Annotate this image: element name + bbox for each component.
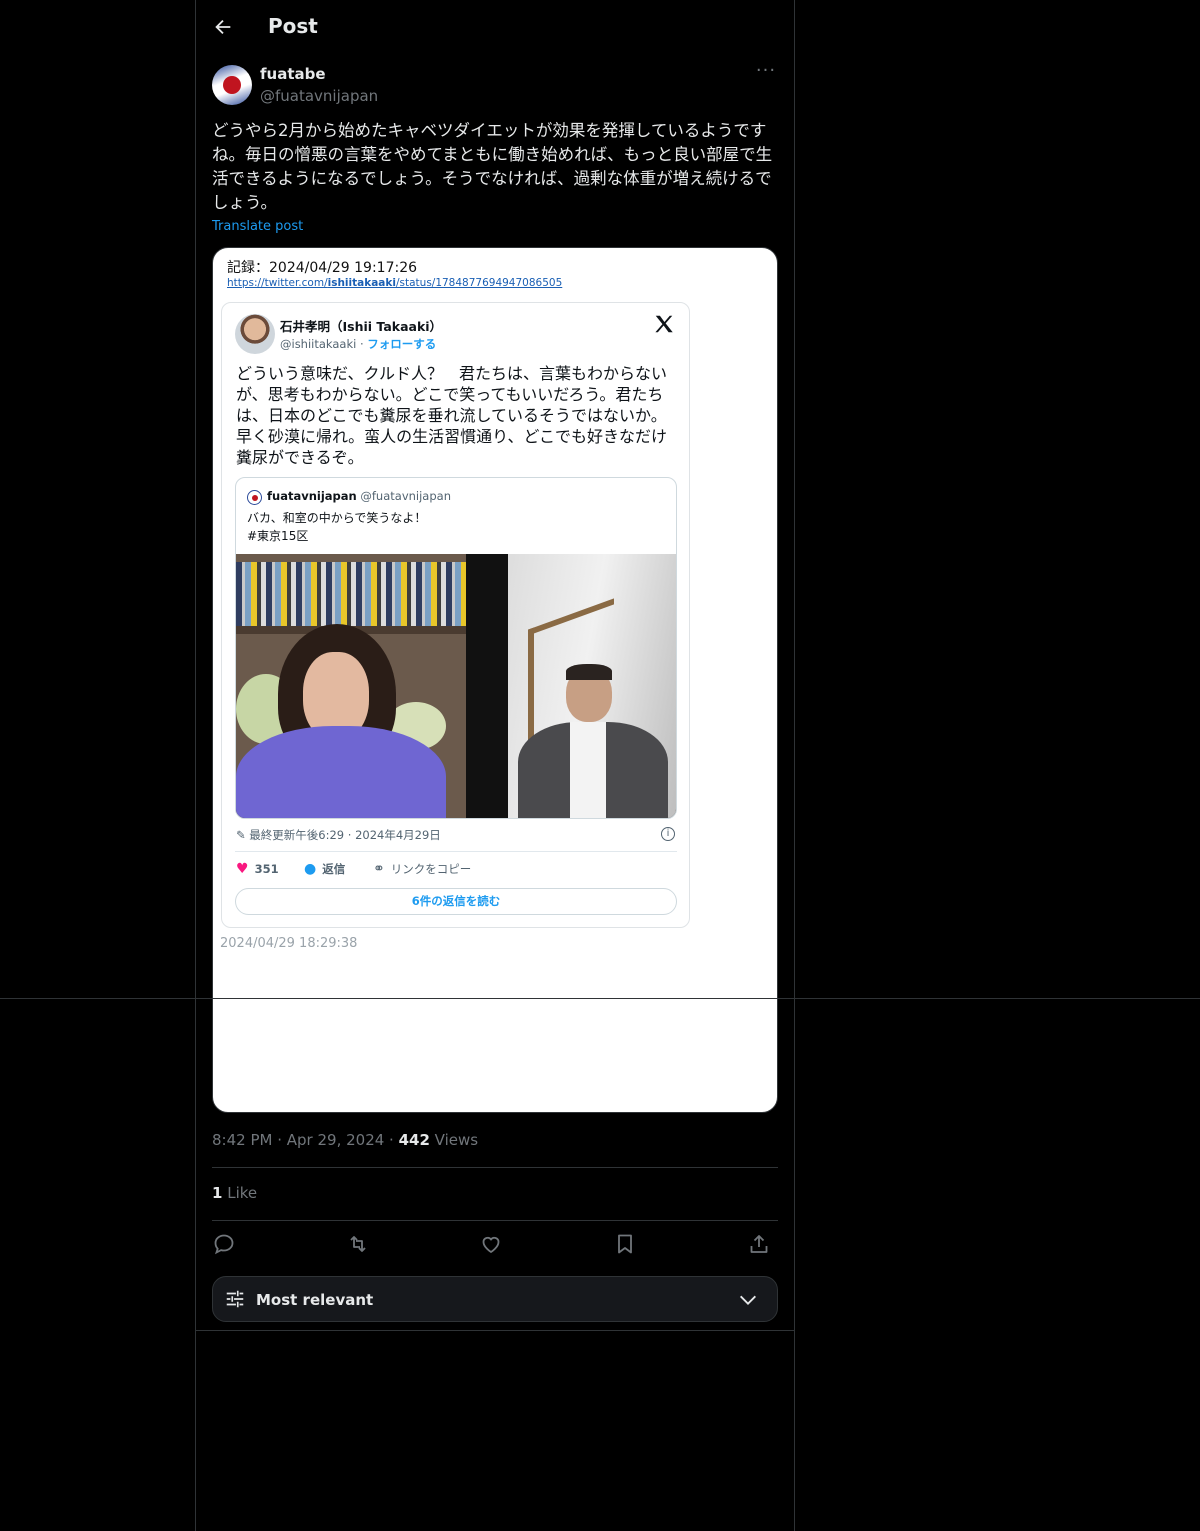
quote-author: fuatavnijapan @fuatavnijapan [267, 489, 451, 503]
more-options-icon[interactable]: ··· [754, 62, 778, 84]
quote-video-frame [236, 554, 676, 818]
divider [212, 1167, 778, 1168]
embed-copy-link: ⚭ リンクをコピー [373, 861, 472, 877]
sliders-icon [226, 1290, 244, 1308]
author-handle[interactable]: @fuatavnijapan [260, 87, 378, 105]
embed-like: ♥ 351 [236, 861, 279, 877]
post-author: fuatabe @fuatavnijapan ··· [212, 62, 778, 108]
header: Post [196, 0, 794, 54]
like-icon[interactable] [479, 1232, 503, 1256]
chevron-down-icon [740, 1295, 756, 1305]
bookmark-icon[interactable] [613, 1232, 637, 1256]
embed-author-name: 石井孝明（Ishii Takaaki） [280, 319, 443, 334]
quote-text: バカ、和室の中からで笑うなよ！ #東京15区 [247, 511, 427, 543]
share-icon[interactable] [747, 1232, 771, 1256]
views-count: 442 [398, 1131, 430, 1149]
quote-avatar [247, 490, 262, 505]
page-title: Post [268, 14, 318, 38]
embed-author-handle: @ishiitakaaki · フォローする [280, 337, 437, 351]
record-label: 記録：2024/04/29 19:17:26 [227, 260, 418, 276]
embed-reply: ● 返信 [304, 861, 346, 877]
screenshot-seam [0, 998, 1200, 999]
post-timestamp: 8:42 PM · Apr 29, 2024 · 442 Views [212, 1131, 479, 1149]
post-time[interactable]: 8:42 PM [212, 1131, 272, 1149]
reply-icon[interactable] [212, 1232, 236, 1256]
post-image[interactable]: 記録：2024/04/29 19:17:26 https://twitter.c… [212, 247, 778, 1113]
speech-bubble-icon: ● [304, 861, 317, 877]
left-video-panel [236, 554, 466, 818]
avatar[interactable] [212, 65, 252, 105]
embedded-tweet: 石井孝明（Ishii Takaaki） @ishiitakaaki · フォロー… [221, 302, 690, 928]
x-logo-icon [655, 315, 673, 333]
embed-follow-link: フォローする [367, 337, 437, 351]
main-column: Post fuatabe @fuatavnijapan ··· どうやら2月から… [195, 0, 795, 1531]
info-icon: i [661, 827, 675, 841]
heart-icon: ♥ [236, 861, 249, 877]
divider [212, 1220, 778, 1221]
action-bar [212, 1230, 778, 1258]
record-time: 2024/04/29 18:29:38 [220, 936, 358, 951]
author-name[interactable]: fuatabe [260, 65, 326, 83]
post-text: どうやら2月から始めたキャベツダイエットが効果を発揮しているようですね。毎日の憎… [212, 121, 773, 212]
right-video-panel [508, 554, 676, 818]
record-url: https://twitter.com/ishiitakaaki/status/… [227, 277, 563, 289]
post-date[interactable]: Apr 29, 2024 [287, 1131, 385, 1149]
quoted-tweet: fuatavnijapan @fuatavnijapan バカ、和室の中からで笑… [235, 477, 677, 819]
repost-icon[interactable] [346, 1232, 370, 1256]
link-icon: ⚭ [373, 861, 385, 877]
embed-avatar [235, 314, 275, 354]
embed-actions: ♥ 351 ● 返信 ⚭ リンクをコピー [236, 861, 676, 881]
embed-read-replies: 6件の返信を読む [235, 888, 677, 915]
sort-label: Most relevant [256, 1291, 374, 1309]
embed-text: どういう意味だ、クルド人？ 君たちは、言葉もわからないが、思考もわからない。どこ… [236, 364, 668, 467]
embed-divider [235, 851, 677, 852]
reply-sort-dropdown[interactable]: Most relevant [212, 1276, 778, 1322]
likes-count-link[interactable]: 1 Like [212, 1184, 257, 1202]
translate-post-link[interactable]: Translate post [212, 219, 303, 234]
back-arrow-icon[interactable] [212, 16, 234, 38]
divider [196, 1330, 794, 1331]
embed-meta: ✎ 最終更新午後6:29 · 2024年4月29日 [236, 828, 441, 842]
